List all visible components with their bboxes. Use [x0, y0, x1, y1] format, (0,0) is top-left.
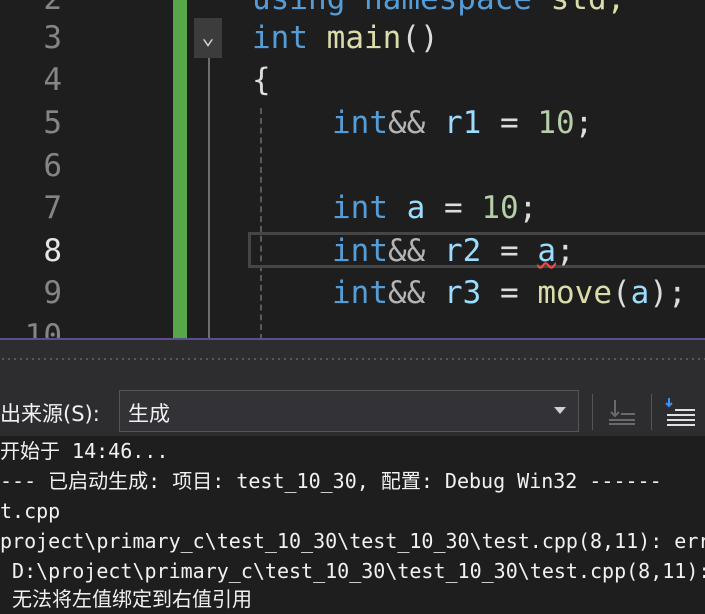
line-number: 3 [43, 20, 62, 56]
operator: = [425, 190, 482, 226]
operator: = [481, 105, 538, 141]
variable: a [630, 275, 650, 311]
code-editor[interactable]: 2 3 4 5 6 7 8 9 10 ⌄ using namespace std… [0, 0, 705, 340]
word-wrap-icon[interactable] [665, 396, 697, 426]
fold-region-line [208, 58, 210, 340]
line-number: 9 [43, 275, 62, 311]
output-line: t.cpp [0, 499, 61, 523]
operator: = [481, 275, 538, 311]
indent-guide [260, 108, 262, 340]
collapse-chevron-icon[interactable]: ⌄ [194, 18, 222, 58]
output-line: 开始于 14:46... [0, 439, 169, 463]
punctuation: ; [574, 105, 594, 141]
error-squiggle-variable[interactable]: a [537, 233, 556, 269]
output-line: --- 已启动生成: 项目: test_10_30, 配置: Debug Win… [0, 469, 662, 493]
change-tracking-bar [173, 0, 187, 340]
operator: && [388, 105, 426, 141]
output-line: D:\project\primary_c\test_10_30\test_10_… [0, 559, 705, 583]
line-number-active: 8 [43, 233, 62, 269]
variable: r2 [444, 233, 482, 269]
variable: r3 [444, 275, 482, 311]
line-number: 10 [24, 318, 62, 340]
code-line-9[interactable]: int&& r3 = move(a); [332, 272, 687, 314]
keyword: int [332, 190, 388, 226]
identifier: std; [551, 0, 626, 17]
operator: && [388, 233, 426, 269]
variable: r1 [444, 105, 482, 141]
punctuation: ; [518, 190, 538, 226]
output-line: project\primary_c\test_10_30\test_10_30\… [0, 529, 705, 553]
dropdown-arrow-icon [554, 407, 566, 414]
punctuation: ; [556, 233, 575, 269]
keyword: int [332, 233, 388, 269]
function-name: main [326, 20, 402, 56]
variable: a [406, 190, 426, 226]
keyword: int [332, 105, 388, 141]
punctuation: () [401, 20, 439, 56]
operator: = [481, 233, 538, 269]
line-number: 5 [43, 105, 62, 141]
open-brace: { [252, 62, 271, 98]
toolbar-separator [592, 394, 593, 430]
line-number: 4 [43, 62, 62, 98]
operator: && [388, 275, 426, 311]
line-number: 7 [43, 190, 62, 226]
keyword: int [332, 275, 388, 311]
keyword: int [252, 20, 308, 56]
number-literal: 10 [537, 105, 575, 141]
keyword: namespace [345, 0, 550, 17]
output-text-area[interactable]: 开始于 14:46... --- 已启动生成: 项目: test_10_30, … [0, 436, 705, 614]
output-source-value: 生成 [128, 402, 170, 426]
keyword: using [252, 0, 345, 17]
code-line-4[interactable]: { [252, 59, 271, 101]
punctuation: ); [649, 275, 687, 311]
panel-splitter[interactable] [0, 338, 705, 388]
code-line-8[interactable]: int&& r2 = a; [332, 230, 575, 272]
code-line-5[interactable]: int&& r1 = 10; [332, 102, 593, 144]
number-literal: 10 [481, 190, 519, 226]
output-source-dropdown[interactable]: 生成 [119, 390, 579, 432]
toolbar-separator [651, 394, 652, 430]
line-number: 6 [43, 148, 62, 184]
code-line-7[interactable]: int a = 10; [332, 187, 537, 229]
code-line-3[interactable]: int main() [252, 17, 439, 59]
punctuation: ( [611, 275, 631, 311]
function-name: move [537, 275, 612, 311]
output-line: 无法将左值绑定到右值引用 [0, 587, 253, 611]
go-to-location-icon[interactable] [607, 396, 637, 426]
output-source-label: 出来源(S): [0, 402, 100, 426]
